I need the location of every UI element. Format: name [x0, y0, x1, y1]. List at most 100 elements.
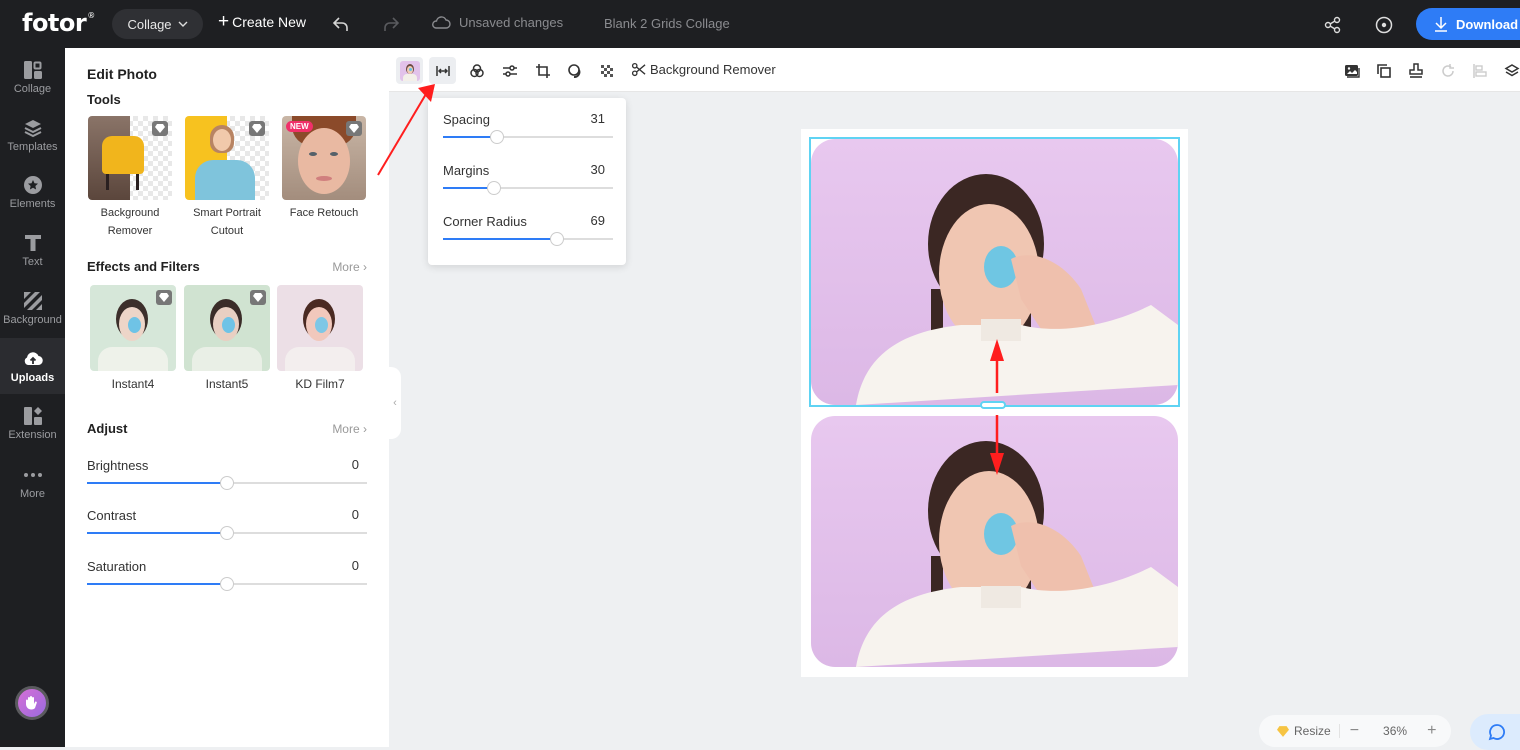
- contrast-slider[interactable]: Contrast 0: [87, 507, 367, 540]
- tool-smart-portrait-cutout[interactable]: Smart Portrait Cutout: [185, 116, 269, 240]
- portrait-photo: [856, 441, 1178, 667]
- replace-image-button[interactable]: [1338, 57, 1365, 84]
- filter-instant4[interactable]: Instant4: [90, 285, 176, 394]
- margins-handle[interactable]: [487, 181, 501, 195]
- nav-background[interactable]: Background: [0, 280, 65, 336]
- crop-icon: [535, 63, 550, 78]
- ai-assistant-button[interactable]: [15, 686, 49, 720]
- nav-elements[interactable]: Elements: [0, 164, 65, 220]
- selected-photo-thumbnail: [399, 60, 420, 81]
- crop-button[interactable]: [529, 57, 556, 84]
- transparency-button[interactable]: [593, 57, 620, 84]
- plus-icon: +: [218, 11, 230, 32]
- sliders-icon: [502, 64, 517, 77]
- instant5-thumbnail: [184, 285, 270, 371]
- resize-button[interactable]: Resize: [1259, 724, 1340, 738]
- download-button[interactable]: Download: [1416, 8, 1520, 40]
- spacing-value: 31: [590, 111, 605, 126]
- redo-icon[interactable]: [380, 13, 402, 35]
- share-icon[interactable]: [1322, 14, 1344, 36]
- clear-button[interactable]: [1402, 57, 1429, 84]
- background-remover-button[interactable]: Background Remover: [631, 62, 776, 77]
- collage-cell-bottom[interactable]: [811, 416, 1178, 667]
- filters-icon: [469, 63, 484, 77]
- nav-text[interactable]: Text: [0, 222, 65, 278]
- document-title[interactable]: Blank 2 Grids Collage: [604, 16, 730, 31]
- registered-mark: ®: [87, 11, 95, 20]
- nav-more[interactable]: More: [0, 454, 65, 510]
- saturation-handle[interactable]: [220, 577, 234, 591]
- saturation-slider[interactable]: Saturation 0: [87, 558, 367, 591]
- create-new-button[interactable]: + Create New: [218, 11, 306, 32]
- fotor-logo[interactable]: fotor®: [22, 9, 95, 37]
- tool-background-remover[interactable]: Background Remover: [88, 116, 172, 240]
- margins-slider[interactable]: Margins 30: [443, 162, 613, 195]
- tool-face-retouch[interactable]: NEW Face Retouch: [282, 116, 366, 222]
- undo-icon[interactable]: [330, 13, 352, 35]
- corner-radius-track[interactable]: [443, 232, 613, 246]
- brightness-value: 0: [351, 457, 359, 472]
- zoom-out-button[interactable]: −: [1350, 722, 1359, 740]
- filter-kd-film7[interactable]: KD Film7: [277, 285, 363, 394]
- filter-instant5[interactable]: Instant5: [184, 285, 270, 394]
- adjust-more-link[interactable]: More ›: [332, 422, 367, 436]
- tools-heading: Tools: [87, 92, 121, 107]
- more-dots-icon: [23, 472, 42, 477]
- corner-radius-handle[interactable]: [549, 232, 564, 246]
- cloud-icon: [432, 16, 451, 29]
- collapse-panel-button[interactable]: ‹: [389, 367, 401, 439]
- nav-uploads[interactable]: Uploads: [0, 338, 65, 394]
- nav-templates[interactable]: Templates: [0, 107, 65, 163]
- filters-button[interactable]: [463, 57, 490, 84]
- effects-more-link[interactable]: More ›: [332, 260, 367, 274]
- resize-divider-handle[interactable]: [980, 401, 1006, 409]
- premium-icon: [346, 121, 362, 136]
- duplicate-button[interactable]: [1370, 57, 1397, 84]
- spacing-popup: Spacing 31 Margins 30 Corner Radius 69: [428, 98, 626, 265]
- contrast-value: 0: [351, 507, 359, 522]
- spacing-handle[interactable]: [490, 130, 505, 144]
- mode-select[interactable]: Collage: [112, 9, 203, 39]
- edit-photo-panel: Edit Photo Tools Background Remover Smar…: [65, 48, 389, 747]
- contrast-track[interactable]: [87, 526, 367, 540]
- align-button[interactable]: [1466, 57, 1493, 84]
- collage-icon: [23, 60, 42, 79]
- upload-cloud-icon: [24, 351, 43, 365]
- panel-title: Edit Photo: [87, 66, 157, 82]
- spacing-button[interactable]: [429, 57, 456, 84]
- photo-thumbnail-button[interactable]: [396, 57, 423, 84]
- stamp-icon: [1408, 62, 1423, 78]
- margins-track[interactable]: [443, 181, 613, 195]
- saturation-value: 0: [351, 558, 359, 573]
- corner-radius-slider[interactable]: Corner Radius 69: [443, 213, 613, 246]
- preview-icon[interactable]: [1373, 14, 1395, 36]
- spacing-slider[interactable]: Spacing 31: [443, 111, 613, 144]
- brightness-handle[interactable]: [220, 476, 234, 490]
- chat-support-button[interactable]: [1470, 714, 1520, 750]
- zoom-in-button[interactable]: +: [1427, 722, 1436, 740]
- background-remover-thumbnail: [88, 116, 172, 200]
- corner-radius-value: 69: [590, 213, 605, 228]
- adjust-heading: Adjust: [87, 421, 128, 436]
- save-status: Unsaved changes: [431, 14, 563, 30]
- brightness-slider[interactable]: Brightness 0: [87, 457, 367, 490]
- saturation-track[interactable]: [87, 577, 367, 591]
- chevron-down-icon: [178, 21, 188, 27]
- effects-heading: Effects and Filters: [87, 259, 200, 274]
- scissors-icon: [631, 62, 646, 77]
- smart-portrait-thumbnail: [185, 116, 269, 200]
- extension-icon: [23, 406, 42, 425]
- rotate-button[interactable]: [1434, 57, 1461, 84]
- adjust-button[interactable]: [496, 57, 523, 84]
- mode-select-label: Collage: [127, 16, 172, 32]
- contrast-handle[interactable]: [220, 526, 234, 540]
- layers-button[interactable]: [1498, 57, 1520, 84]
- brightness-track[interactable]: [87, 476, 367, 490]
- shape-button[interactable]: [561, 57, 588, 84]
- stripes-icon: [23, 291, 42, 310]
- spacing-track[interactable]: [443, 130, 613, 144]
- kd-film7-thumbnail: [277, 285, 363, 371]
- nav-collage[interactable]: Collage: [0, 49, 65, 105]
- nav-extension[interactable]: Extension: [0, 395, 65, 451]
- download-icon: [1435, 17, 1447, 32]
